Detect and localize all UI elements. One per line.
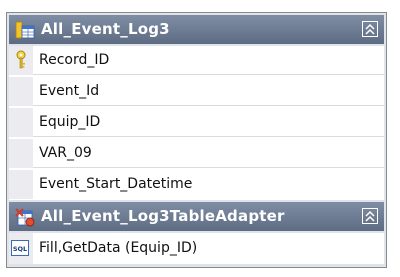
table-title: All_Event_Log3 — [41, 20, 170, 38]
chevron-up-icon — [365, 23, 375, 35]
column-row[interactable]: Event_Id — [9, 77, 384, 106]
query-row[interactable]: SQL Fill,GetData (Equip_ID) — [9, 233, 384, 264]
adapter-title: All_Event_Log3TableAdapter — [41, 207, 285, 225]
dataset-table-panel: All_Event_Log3 Record_ID Event_Id Equip_… — [6, 12, 387, 268]
table-adapter-icon — [15, 208, 35, 227]
column-row[interactable]: Event_Start_Datetime — [9, 170, 384, 199]
column-name: Event_Start_Datetime — [39, 176, 193, 192]
table-header[interactable]: All_Event_Log3 — [9, 15, 384, 44]
sql-icon: SQL — [11, 240, 29, 256]
primary-key-icon — [16, 50, 26, 69]
collapse-button[interactable] — [362, 208, 378, 224]
column-list: Record_ID Event_Id Equip_ID VAR_09 Event… — [9, 46, 384, 200]
column-row[interactable]: VAR_09 — [9, 139, 384, 168]
column-name: Record_ID — [39, 52, 110, 68]
column-name: Equip_ID — [39, 114, 101, 130]
query-method: Fill,GetData (Equip_ID) — [39, 240, 198, 256]
adapter-header[interactable]: All_Event_Log3TableAdapter — [9, 202, 384, 231]
column-name: VAR_09 — [39, 145, 92, 161]
column-row[interactable]: Record_ID — [9, 46, 384, 75]
chevron-up-icon — [365, 210, 375, 222]
datatable-icon — [15, 21, 35, 39]
column-row[interactable]: Equip_ID — [9, 108, 384, 137]
column-name: Event_Id — [39, 83, 100, 99]
collapse-button[interactable] — [362, 21, 378, 37]
svg-text:SQL: SQL — [13, 245, 27, 253]
